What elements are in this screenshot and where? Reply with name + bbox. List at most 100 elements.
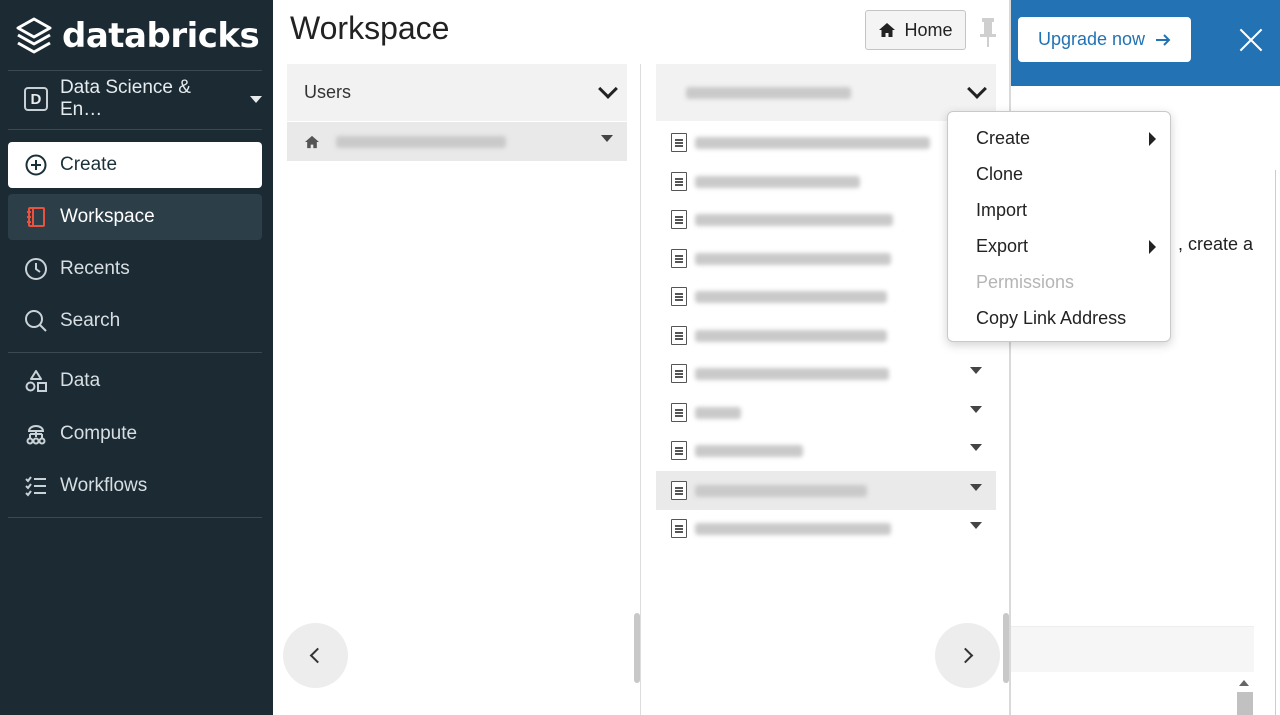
redacted-notebook-name — [695, 136, 930, 149]
caret-down-icon[interactable] — [970, 522, 982, 529]
sidebar-item-compute[interactable]: Compute — [8, 411, 262, 457]
notebook-icon — [671, 287, 687, 306]
persona-badge: D — [24, 87, 48, 111]
sidebar-item-data[interactable]: Data — [8, 358, 262, 404]
chevron-left-icon — [309, 647, 326, 664]
sidebar-item-workspace[interactable]: Workspace — [8, 194, 262, 240]
notebook-icon — [671, 326, 687, 345]
menu-item-import[interactable]: Import — [948, 192, 1170, 228]
scrollbar-thumb[interactable] — [1237, 692, 1253, 715]
search-icon — [24, 309, 48, 333]
chevron-right-icon — [957, 647, 974, 664]
notebook-icon — [671, 441, 687, 460]
menu-item-label: Permissions — [976, 271, 1075, 292]
persona-switcher[interactable]: D Data Science & En… — [8, 76, 262, 122]
sidebar-item-label: Search — [60, 310, 121, 331]
workspace-icon — [24, 205, 48, 229]
sidebar-item-label: Data — [60, 370, 101, 391]
sidebar-item-recents[interactable]: Recents — [8, 246, 262, 292]
sidebar-item-create[interactable]: Create — [8, 142, 262, 188]
notebook-icon — [671, 133, 687, 152]
menu-item-label: Clone — [976, 163, 1024, 184]
user-folder-row[interactable] — [287, 122, 627, 161]
close-icon[interactable] — [1238, 27, 1264, 53]
submenu-arrow-icon — [1149, 240, 1156, 254]
notebook-row[interactable] — [656, 162, 996, 201]
users-folder-header[interactable]: Users — [287, 64, 627, 121]
scroll-up-icon[interactable] — [1239, 680, 1249, 686]
notebook-row[interactable] — [656, 509, 996, 548]
caret-down-icon[interactable] — [970, 406, 982, 413]
sidebar-item-label: Workflows — [60, 475, 148, 496]
redacted-notebook-name — [695, 406, 741, 419]
notebook-row[interactable] — [656, 393, 996, 432]
workflows-icon — [24, 474, 48, 498]
caret-down-icon[interactable] — [601, 135, 613, 142]
context-menu: Create Clone Import Export Permissions C… — [947, 111, 1171, 342]
caret-down-icon[interactable] — [970, 367, 982, 374]
column-scrollbar[interactable] — [1003, 613, 1009, 683]
sidebar-item-workflows[interactable]: Workflows — [8, 463, 262, 509]
sidebar: databricks D Data Science & En… Create W… — [0, 0, 273, 715]
notebook-row[interactable] — [656, 431, 996, 470]
redacted-notebook-name — [695, 329, 887, 342]
redacted-notebook-name — [695, 290, 887, 303]
caret-down-icon[interactable] — [970, 444, 982, 451]
pin-icon[interactable] — [978, 16, 998, 48]
notebook-icon — [671, 210, 687, 229]
databricks-logo[interactable]: databricks — [16, 14, 260, 58]
notebook-icon — [671, 249, 687, 268]
sidebar-item-label: Workspace — [60, 206, 155, 227]
scroll-right-button[interactable] — [935, 623, 1000, 688]
redacted-notebook-name — [695, 175, 860, 188]
persona-label: Data Science & En… — [59, 77, 191, 120]
column-scrollbar[interactable] — [634, 613, 640, 683]
redacted-username — [336, 135, 506, 148]
compute-icon — [24, 422, 48, 446]
brand-name: databricks — [62, 16, 260, 56]
upgrade-label: Upgrade now — [1037, 29, 1146, 49]
home-button[interactable]: Home — [865, 10, 966, 50]
clock-icon — [24, 257, 48, 281]
redacted-notebook-name — [695, 367, 889, 380]
plus-circle-icon — [24, 153, 48, 177]
upgrade-now-button[interactable]: Upgrade now — [1018, 17, 1191, 62]
menu-item-copy-link-address[interactable]: Copy Link Address — [948, 300, 1170, 336]
home-label: Home — [904, 19, 953, 40]
notebook-row[interactable] — [656, 471, 996, 510]
menu-item-clone[interactable]: Clone — [948, 156, 1170, 192]
user-folder-header[interactable] — [656, 64, 996, 121]
notebook-row[interactable] — [656, 354, 996, 393]
notebook-row[interactable] — [656, 316, 996, 355]
notebook-row[interactable] — [656, 123, 996, 162]
notebook-row[interactable] — [656, 277, 996, 316]
menu-item-label: Copy Link Address — [976, 307, 1127, 328]
sidebar-item-label: Compute — [60, 423, 138, 444]
background-text: , create a — [1178, 234, 1254, 254]
menu-item-export[interactable]: Export — [948, 228, 1170, 264]
panel-border — [1009, 0, 1011, 715]
notebook-icon — [671, 403, 687, 422]
notebook-icon — [671, 519, 687, 538]
notebook-row[interactable] — [656, 239, 996, 278]
notebook-icon — [671, 364, 687, 383]
column-divider — [640, 64, 641, 715]
caret-down-icon[interactable] — [970, 484, 982, 491]
arrow-right-icon — [1156, 33, 1171, 46]
databricks-logo-icon — [16, 17, 52, 54]
menu-item-label: Create — [976, 127, 1031, 148]
redacted-notebook-name — [695, 213, 893, 226]
sidebar-divider — [8, 70, 262, 71]
sidebar-divider — [8, 517, 262, 518]
page-title: Workspace — [290, 10, 450, 46]
sidebar-item-label: Create — [60, 154, 118, 175]
menu-item-label: Import — [976, 199, 1028, 220]
redacted-notebook-name — [695, 444, 803, 457]
menu-item-create[interactable]: Create — [948, 120, 1170, 156]
redacted-notebook-name — [695, 484, 867, 497]
scroll-left-button[interactable] — [283, 623, 348, 688]
folder-header-label: Users — [304, 82, 352, 102]
notebook-row[interactable] — [656, 200, 996, 239]
sidebar-item-search[interactable]: Search — [8, 298, 262, 344]
home-icon — [879, 23, 896, 37]
